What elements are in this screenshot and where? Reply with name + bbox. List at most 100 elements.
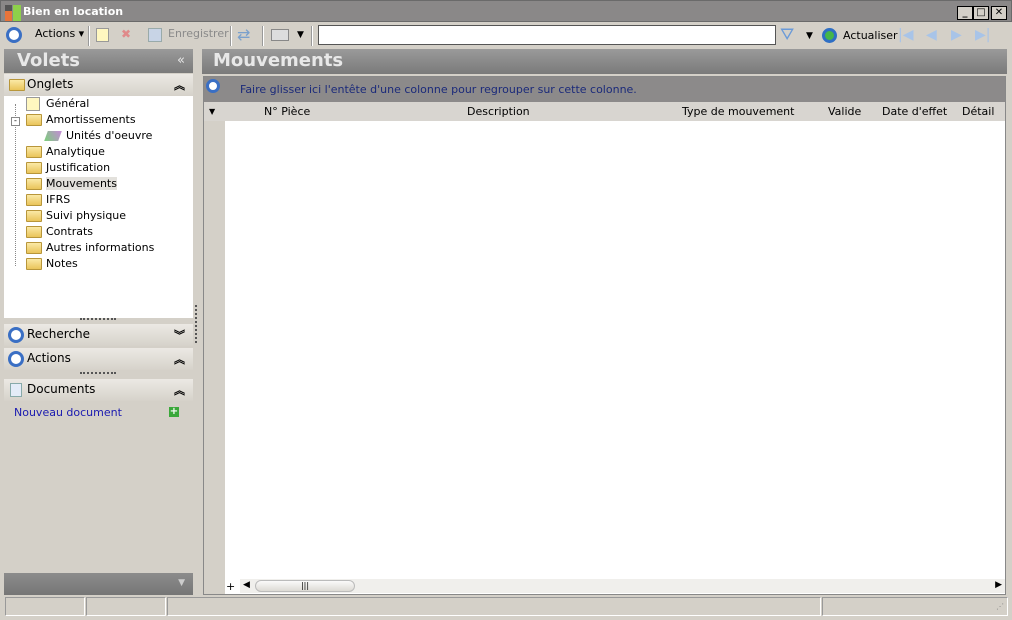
tree-item-label: Suivi physique [46,209,127,222]
new-icon[interactable] [96,28,109,42]
documents-section-header[interactable]: Documents ︽ [4,379,193,401]
save-button[interactable]: Enregistrer [168,27,229,40]
volets-header: Volets « [4,49,193,73]
main-header: Mouvements [202,49,1007,74]
group-hint: Faire glisser ici l'entête d'une colonne… [240,83,637,96]
print-dropdown-icon[interactable]: ▼ [297,30,304,40]
tree-item-label: Unités d'oeuvre [66,129,153,142]
page-gear-icon [26,97,40,111]
tree-item-label: IFRS [46,193,71,206]
previous-record-icon[interactable]: ◀ [926,27,937,43]
movements-grid: Faire glisser ici l'entête d'une colonne… [203,76,1006,595]
row-indicator-column [204,77,225,594]
recherche-title: Recherche [27,327,91,341]
column-header[interactable]: Valide [828,105,861,118]
tree-item-label: Amortissements [46,113,136,126]
scroll-right-icon[interactable]: ▶ [995,580,1002,590]
collapse-node-icon[interactable]: - [11,117,20,126]
folder-icon [26,258,42,270]
document-icon [10,383,22,397]
status-panel [167,597,821,616]
tree-item[interactable]: Notes [26,257,78,273]
folder-icon [26,162,42,174]
vertical-splitter[interactable] [195,305,197,343]
horizontal-scrollbar[interactable]: ◀ ||| ▶ [240,579,1005,593]
filter-icon[interactable]: ⛛ [780,25,794,45]
tree-item-label: Justification [46,161,111,174]
first-record-icon[interactable]: |◀ [898,27,913,43]
actions-menu[interactable]: Actions ▾ [35,27,84,40]
sync-icon[interactable]: ⇄ [237,25,250,44]
column-header-row: N° Pièce Description Type de mouvement Vali… [204,102,1005,121]
resize-grip-icon[interactable]: ⋰ [996,602,1004,611]
column-header[interactable]: Description [467,105,530,118]
chevron-up-icon[interactable]: ︽ [174,382,185,398]
tree-item[interactable]: Analytique [26,145,105,161]
onglets-title: Onglets [27,77,74,91]
column-chooser-icon[interactable]: ▼ [209,107,215,116]
tree-item[interactable]: Autres informations [26,241,154,257]
column-header[interactable]: Type de mouvement [682,105,794,118]
documents-title: Documents [27,382,96,396]
collapse-pane-icon[interactable]: « [177,53,185,68]
grid-menu-icon[interactable] [206,79,220,93]
tree-item[interactable]: Suivi physique [26,209,126,225]
onglets-section-header[interactable]: Onglets ︽ [4,74,193,96]
column-header[interactable]: Détail [962,105,994,118]
column-header[interactable]: Date d'effet [882,105,947,118]
tree-item[interactable]: IFRS [26,193,70,209]
folder-icon [26,114,42,126]
units-icon [44,131,62,141]
recherche-section-header[interactable]: Recherche ︾ [4,324,193,346]
app-logo-icon [5,5,21,21]
maximize-button[interactable]: □ [973,6,989,20]
pane-menu-icon[interactable]: ▼ [178,578,185,588]
tree-item[interactable]: Unités d'oeuvre [44,129,153,145]
last-record-icon[interactable]: ▶| [975,27,990,43]
status-panel [5,597,85,616]
actions-section-header[interactable]: Actions ︽ [4,348,193,370]
filter-dropdown-icon[interactable]: ▼ [806,31,813,41]
new-document-link[interactable]: Nouveau document [14,406,122,419]
tree-item[interactable]: Mouvements [26,177,117,193]
status-panel [86,597,166,616]
tree-item[interactable]: Contrats [26,225,93,241]
column-header[interactable]: N° Pièce [264,105,310,118]
search-circle-icon [8,327,24,343]
folder-icon [26,194,42,206]
splitter-handle[interactable] [80,318,116,320]
refresh-button[interactable]: Actualiser [843,29,898,42]
refresh-icon[interactable] [822,28,837,43]
chevron-up-icon[interactable]: ︽ [174,351,185,367]
splitter-handle[interactable] [80,372,116,374]
next-record-icon[interactable]: ▶ [951,27,962,43]
chevron-up-icon[interactable]: ︽ [174,77,185,93]
actions-title: Actions [27,351,71,365]
tree-item-label: Notes [46,257,78,270]
group-by-panel[interactable]: Faire glisser ici l'entête d'une colonne… [204,77,1005,102]
scroll-thumb[interactable]: ||| [255,580,355,592]
add-document-icon[interactable]: + [169,407,179,417]
tree-item-label: Général [46,97,90,110]
expand-icon[interactable]: + [226,580,235,593]
actions-label: Actions [35,27,76,40]
tree-item[interactable]: Amortissements [26,113,136,129]
status-bar: ⋰ [4,597,1008,616]
minimize-button[interactable]: _ [957,6,973,20]
close-button[interactable]: ✕ [991,6,1007,20]
print-icon[interactable] [271,29,289,41]
save-icon[interactable] [148,28,162,42]
tabs-tree: Général Amortissements Unités d'oeuvre Anal… [4,96,193,318]
folder-icon [26,226,42,238]
scroll-left-icon[interactable]: ◀ [243,580,250,590]
tree-item[interactable]: Justification [26,161,110,177]
delete-icon[interactable]: ✖ [121,27,131,41]
search-input[interactable] [318,25,776,45]
tree-line [15,104,16,266]
chevron-down-icon[interactable]: ︾ [174,327,185,343]
folder-icon [26,146,42,158]
menu-circle-icon[interactable] [6,27,22,43]
tree-item-label: Mouvements [46,177,117,190]
pane-footer: ▼ [4,573,193,595]
tree-item[interactable]: Général [26,97,89,113]
